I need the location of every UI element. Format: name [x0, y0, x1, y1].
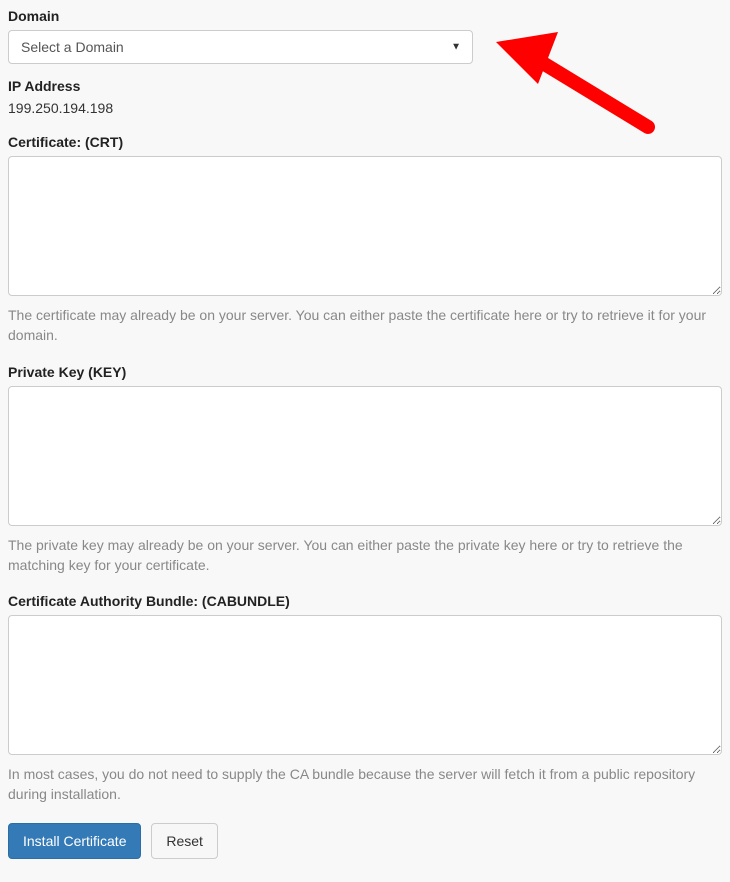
crt-textarea[interactable]: [8, 156, 722, 296]
key-help: The private key may already be on your s…: [8, 535, 722, 576]
cabundle-group: Certificate Authority Bundle: (CABUNDLE)…: [8, 593, 722, 805]
domain-select-wrap: Select a Domain ▼: [8, 30, 473, 64]
key-textarea[interactable]: [8, 386, 722, 526]
key-label: Private Key (KEY): [8, 364, 722, 380]
reset-button[interactable]: Reset: [151, 823, 218, 859]
crt-help: The certificate may already be on your s…: [8, 305, 722, 346]
ip-address-value: 199.250.194.198: [8, 100, 722, 116]
ip-label: IP Address: [8, 78, 722, 94]
crt-label: Certificate: (CRT): [8, 134, 722, 150]
domain-select[interactable]: Select a Domain: [8, 30, 473, 64]
domain-label: Domain: [8, 8, 722, 24]
cabundle-help: In most cases, you do not need to supply…: [8, 764, 722, 805]
ip-group: IP Address 199.250.194.198: [8, 78, 722, 116]
cabundle-textarea[interactable]: [8, 615, 722, 755]
key-group: Private Key (KEY) The private key may al…: [8, 364, 722, 576]
install-certificate-button[interactable]: Install Certificate: [8, 823, 141, 859]
crt-group: Certificate: (CRT) The certificate may a…: [8, 134, 722, 346]
button-row: Install Certificate Reset: [8, 823, 722, 859]
domain-group: Domain Select a Domain ▼: [8, 8, 722, 64]
cabundle-label: Certificate Authority Bundle: (CABUNDLE): [8, 593, 722, 609]
